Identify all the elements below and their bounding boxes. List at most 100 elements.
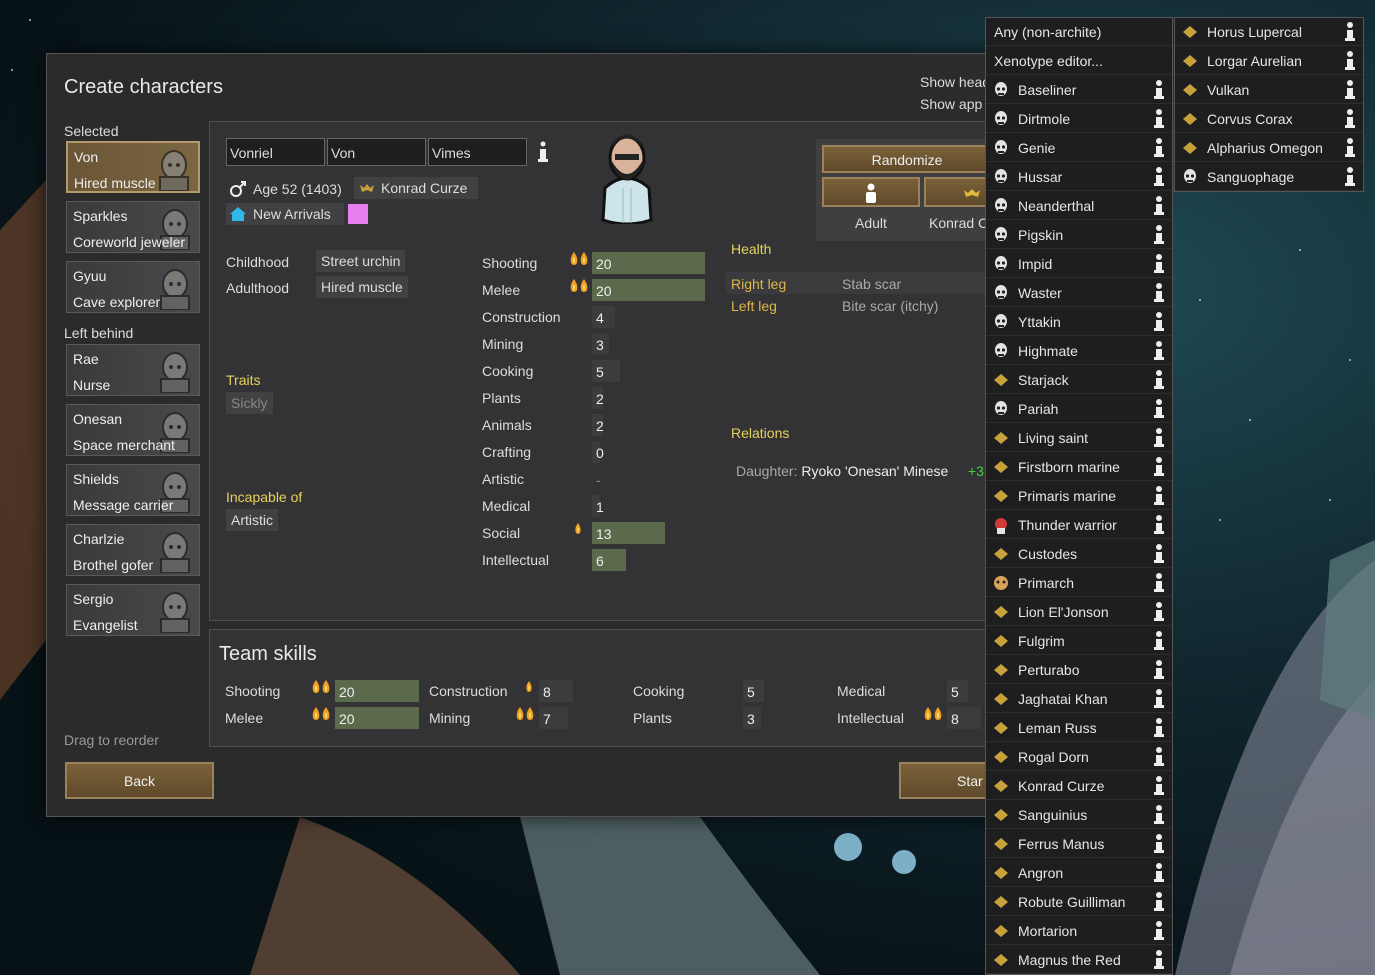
xenotype-option[interactable]: Thunder warrior bbox=[986, 511, 1172, 539]
xenotype-option[interactable]: Horus Lupercal bbox=[1175, 18, 1363, 46]
pawn-card[interactable]: Von Hired muscle bbox=[66, 141, 200, 193]
xenotype-option[interactable]: Magnus the Red bbox=[986, 946, 1172, 974]
show-apparel-toggle[interactable]: Show app bbox=[920, 96, 982, 112]
pawn-card[interactable]: Onesan Space merchant bbox=[66, 404, 200, 456]
xenotype-option[interactable]: Jaghatai Khan bbox=[986, 685, 1172, 713]
favorite-color-swatch[interactable] bbox=[348, 204, 368, 224]
xenotype-option[interactable]: Neanderthal bbox=[986, 192, 1172, 220]
info-icon[interactable] bbox=[1152, 891, 1166, 913]
info-icon[interactable] bbox=[1152, 572, 1166, 594]
xenotype-option[interactable]: Yttakin bbox=[986, 308, 1172, 336]
info-icon[interactable] bbox=[1152, 833, 1166, 855]
xenotype-option[interactable]: Alpharius Omegon bbox=[1175, 134, 1363, 162]
pawn-card[interactable]: Sparkles Coreworld jeweler bbox=[66, 201, 200, 253]
info-icon[interactable] bbox=[1152, 166, 1166, 188]
info-icon[interactable] bbox=[1152, 195, 1166, 217]
relation-row[interactable]: Daughter: Ryoko 'Onesan' Minese bbox=[736, 463, 948, 479]
pawn-card[interactable]: Rae Nurse bbox=[66, 344, 200, 396]
xenotype-option[interactable]: Pigskin bbox=[986, 221, 1172, 249]
skill-level-bar[interactable]: 2 bbox=[592, 414, 604, 436]
info-icon[interactable] bbox=[1152, 253, 1166, 275]
start-button[interactable]: Star bbox=[899, 762, 999, 799]
xenotype-option[interactable]: Robute Guilliman bbox=[986, 888, 1172, 916]
skill-level-bar[interactable]: 2 bbox=[592, 387, 604, 409]
xenotype-option[interactable]: Pariah bbox=[986, 395, 1172, 423]
info-icon[interactable] bbox=[1343, 79, 1357, 101]
xenotype-option[interactable]: Highmate bbox=[986, 337, 1172, 365]
xenotype-option[interactable]: Perturabo bbox=[986, 656, 1172, 684]
info-icon[interactable] bbox=[1343, 21, 1357, 43]
skill-level-bar[interactable]: - bbox=[592, 468, 601, 490]
info-icon[interactable] bbox=[1152, 398, 1166, 420]
info-icon[interactable] bbox=[1343, 50, 1357, 72]
xenotype-option[interactable]: Any (non-archite) bbox=[986, 18, 1172, 46]
skill-level-bar[interactable]: 3 bbox=[592, 333, 609, 355]
info-icon[interactable] bbox=[1343, 137, 1357, 159]
info-icon[interactable] bbox=[1152, 340, 1166, 362]
xenotype-option[interactable]: Firstborn marine bbox=[986, 453, 1172, 481]
skill-level-bar[interactable]: 6 bbox=[592, 549, 626, 571]
last-name-field[interactable]: Vimes bbox=[428, 138, 527, 166]
xenotype-option[interactable]: Primaris marine bbox=[986, 482, 1172, 510]
show-headgear-toggle[interactable]: Show head bbox=[920, 74, 990, 90]
trait-tag[interactable]: Sickly bbox=[226, 392, 273, 414]
adult-age-button[interactable] bbox=[822, 177, 920, 207]
xenotype-option[interactable]: Starjack bbox=[986, 366, 1172, 394]
info-icon[interactable] bbox=[1152, 659, 1166, 681]
pawn-card[interactable]: Shields Message carrier bbox=[66, 464, 200, 516]
incapable-tag[interactable]: Artistic bbox=[226, 509, 278, 531]
info-icon[interactable] bbox=[1343, 108, 1357, 130]
xenotype-option[interactable]: Sanguophage bbox=[1175, 163, 1363, 191]
info-icon[interactable] bbox=[1152, 630, 1166, 652]
info-icon[interactable] bbox=[1152, 79, 1166, 101]
pawn-card[interactable]: Gyuu Cave explorer bbox=[66, 261, 200, 313]
xenotype-option[interactable]: Genie bbox=[986, 134, 1172, 162]
xenotype-option[interactable]: Rogal Dorn bbox=[986, 743, 1172, 771]
info-icon[interactable] bbox=[1152, 514, 1166, 536]
info-icon[interactable] bbox=[1152, 804, 1166, 826]
info-icon[interactable] bbox=[537, 140, 549, 164]
xenotype-option[interactable]: Impid bbox=[986, 250, 1172, 278]
info-icon[interactable] bbox=[1152, 369, 1166, 391]
info-icon[interactable] bbox=[1152, 862, 1166, 884]
skill-level-bar[interactable]: 20 bbox=[592, 252, 705, 274]
skill-level-bar[interactable]: 4 bbox=[592, 306, 615, 328]
info-icon[interactable] bbox=[1152, 746, 1166, 768]
xenotype-option[interactable]: Living saint bbox=[986, 424, 1172, 452]
info-icon[interactable] bbox=[1152, 311, 1166, 333]
xenotype-option[interactable]: Vulkan bbox=[1175, 76, 1363, 104]
xenotype-option[interactable]: Xenotype editor... bbox=[986, 47, 1172, 75]
info-icon[interactable] bbox=[1152, 601, 1166, 623]
age-label[interactable]: Age 52 (1403) bbox=[253, 181, 342, 197]
xenotype-option[interactable]: Waster bbox=[986, 279, 1172, 307]
xenotype-option[interactable]: Angron bbox=[986, 859, 1172, 887]
back-button[interactable]: Back bbox=[65, 762, 214, 799]
info-icon[interactable] bbox=[1152, 920, 1166, 942]
xenotype-option[interactable]: Corvus Corax bbox=[1175, 105, 1363, 133]
xenotype-option[interactable]: Leman Russ bbox=[986, 714, 1172, 742]
skill-level-bar[interactable]: 0 bbox=[592, 441, 604, 463]
info-icon[interactable] bbox=[1152, 485, 1166, 507]
adulthood-backstory-tag[interactable]: Hired muscle bbox=[316, 276, 408, 298]
xenotype-option[interactable]: Baseliner bbox=[986, 76, 1172, 104]
info-icon[interactable] bbox=[1152, 949, 1166, 971]
info-icon[interactable] bbox=[1152, 108, 1166, 130]
xenotype-option[interactable]: Fulgrim bbox=[986, 627, 1172, 655]
xenotype-option[interactable]: Hussar bbox=[986, 163, 1172, 191]
xenotype-option[interactable]: Ferrus Manus bbox=[986, 830, 1172, 858]
faction-tag[interactable]: New Arrivals bbox=[226, 203, 344, 225]
xenotype-option[interactable]: Lorgar Aurelian bbox=[1175, 47, 1363, 75]
info-icon[interactable] bbox=[1152, 456, 1166, 478]
childhood-backstory-tag[interactable]: Street urchin bbox=[316, 250, 406, 272]
xenotype-option[interactable]: Sanguinius bbox=[986, 801, 1172, 829]
xenotype-option[interactable]: Mortarion bbox=[986, 917, 1172, 945]
info-icon[interactable] bbox=[1343, 166, 1357, 188]
xenotype-option[interactable]: Primarch bbox=[986, 569, 1172, 597]
info-icon[interactable] bbox=[1152, 137, 1166, 159]
info-icon[interactable] bbox=[1152, 688, 1166, 710]
pawn-card[interactable]: Sergio Evangelist bbox=[66, 584, 200, 636]
skill-level-bar[interactable]: 13 bbox=[592, 522, 666, 544]
xenotype-option[interactable]: Konrad Curze bbox=[986, 772, 1172, 800]
xenotype-option[interactable]: Dirtmole bbox=[986, 105, 1172, 133]
skill-level-bar[interactable]: 20 bbox=[592, 279, 705, 301]
